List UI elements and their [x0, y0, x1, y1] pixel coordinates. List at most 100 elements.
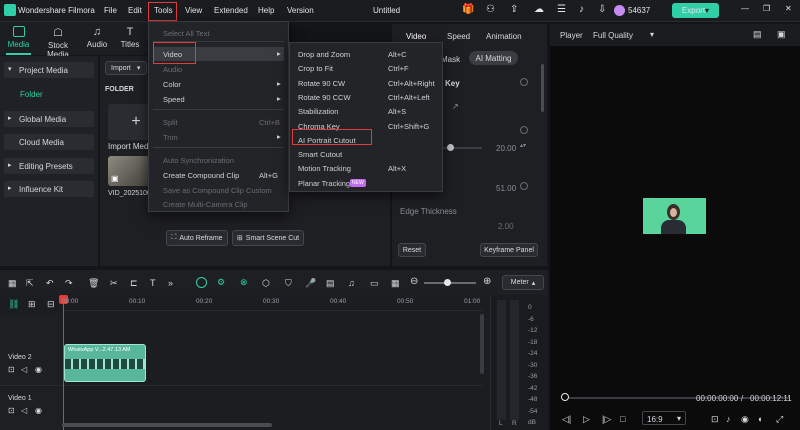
volume-icon[interactable]: ◁ [21, 365, 27, 374]
play-icon[interactable]: ▷ [583, 414, 590, 425]
menu-extended[interactable]: Extended [214, 6, 248, 15]
zoom-out-icon[interactable]: ⊖ [410, 276, 418, 287]
toolbar-titles[interactable]: T Titles [118, 26, 142, 49]
sidebar-item-global-media[interactable]: ▸ Global Media [4, 111, 94, 127]
menu-edit[interactable]: Edit [128, 6, 142, 15]
subtab-mask[interactable]: Mask [441, 55, 460, 64]
video-submenu-item-drop-and-zoom[interactable]: Drop and Zoom Alt+C [290, 47, 442, 61]
grid-icon[interactable]: ▦ [391, 278, 400, 289]
audio-icon[interactable]: ◖ [757, 414, 762, 424]
menu-help[interactable]: Help [258, 6, 274, 15]
close-icon[interactable]: ✕ [785, 4, 792, 13]
video-submenu-item-planar-tracking[interactable]: Planar Tracking NEW [290, 176, 442, 190]
value-1-spinner[interactable]: ▴▾ [520, 142, 526, 149]
tab-video[interactable]: Video [406, 32, 426, 41]
progress-handle[interactable] [561, 393, 569, 401]
lock-icon[interactable]: ⊡ [8, 365, 15, 374]
key-toggle[interactable] [520, 78, 528, 86]
tools-menu-item-create-compound-clip[interactable]: Create Compound Clip Alt+G [149, 168, 288, 182]
upload-icon[interactable]: ⇪ [510, 4, 518, 15]
split-icon[interactable]: ✂ [110, 278, 118, 289]
step-forward-icon[interactable]: |▷ [602, 414, 611, 425]
crop-icon[interactable]: ⊏ [130, 278, 138, 289]
link-icon[interactable]: ⛓ [8, 299, 19, 310]
eye-icon[interactable]: ◉ [35, 365, 42, 374]
render-icon[interactable]: ▤ [326, 278, 335, 289]
value-1-field[interactable]: 20.00 [496, 144, 516, 153]
shield-icon[interactable]: ⛉ [285, 278, 292, 289]
snapshot-icon[interactable]: ▭ [370, 278, 379, 289]
zoom-in-icon[interactable]: ⊕ [483, 276, 491, 287]
video-submenu-item-smart-cutout[interactable]: Smart Cutout [290, 147, 442, 161]
toolbar-stock-media[interactable]: ☖ Stock Media [38, 26, 78, 59]
compare-icon[interactable]: ▤ [753, 29, 762, 40]
toolbar-media[interactable]: Media [6, 26, 31, 49]
magnet-icon[interactable]: ⊗ [240, 277, 248, 288]
tools-menu-item-color[interactable]: Color ▸ [149, 77, 288, 91]
picker-icon[interactable]: ↗ [452, 102, 459, 111]
timeline-hscroll[interactable] [62, 423, 272, 427]
quality-dropdown[interactable]: Full Quality ▾ [590, 28, 660, 42]
value-2-field[interactable]: 51.00 [496, 184, 516, 193]
more-tools-icon[interactable]: » [168, 278, 173, 288]
sidebar-item-project-media[interactable]: ▾ Project Media [4, 62, 94, 78]
minimize-icon[interactable]: — [741, 4, 749, 13]
video-submenu-item-stabilization[interactable]: Stabilization Alt+S [290, 104, 442, 118]
tasks-icon[interactable]: ☰ [557, 4, 566, 15]
toggle-2[interactable] [520, 182, 528, 190]
sidebar-item-folder[interactable]: Folder [20, 90, 43, 99]
tab-animation[interactable]: Animation [486, 32, 522, 41]
stop-icon[interactable]: □ [620, 414, 625, 424]
select-tool-icon[interactable]: ⇱ [26, 278, 34, 289]
undo-icon[interactable]: ↶ [46, 278, 54, 289]
keyframe-panel-button[interactable]: Keyframe Panel [480, 243, 538, 257]
media-clip-thumbnail[interactable]: ▣ [108, 156, 152, 186]
track-add-icon[interactable]: ⊞ [28, 299, 36, 310]
export-button[interactable]: Export ▾ [672, 3, 719, 18]
meter-dropdown[interactable]: Meter ▴ [502, 275, 544, 290]
download-icon[interactable]: ⇩ [598, 4, 606, 15]
gift-icon[interactable]: 🎁 [462, 4, 474, 15]
video-submenu-item-rotate-90-ccw[interactable]: Rotate 90 CCW Ctrl+Alt+Left [290, 90, 442, 104]
reset-button[interactable]: Reset [398, 243, 426, 257]
scroll-thumb[interactable] [541, 64, 544, 112]
mic-icon[interactable]: 🎤 [305, 278, 316, 289]
zoom-slider-thumb[interactable] [444, 279, 451, 286]
notification-icon[interactable]: ♪ [579, 4, 584, 15]
menu-file[interactable]: File [104, 6, 117, 15]
video-clip[interactable]: WhatsApp V...2.47.13 AM [64, 344, 146, 382]
menu-view[interactable]: View [185, 6, 202, 15]
snapshot-settings-icon[interactable]: ▣ [777, 29, 786, 40]
lock-icon[interactable]: ⊡ [8, 406, 15, 415]
value-3-field[interactable]: 2.00 [498, 222, 514, 231]
display-icon[interactable]: ⊡ [711, 414, 719, 425]
volume-icon[interactable]: ♪ [726, 414, 731, 424]
tab-speed[interactable]: Speed [447, 32, 470, 41]
volume-icon[interactable]: ◁ [21, 406, 27, 415]
video-submenu-item-crop-to-fit[interactable]: Crop to Fit Ctrl+F [290, 61, 442, 75]
slider-1-thumb[interactable] [447, 144, 454, 151]
menu-version[interactable]: Version [287, 6, 314, 15]
delete-icon[interactable]: 🗑 [88, 278, 99, 289]
text-tool-icon[interactable]: T [150, 278, 156, 288]
import-dropdown[interactable]: Import ▾ [105, 61, 147, 75]
video-submenu-item-motion-tracking[interactable]: Motion Tracking Alt+X [290, 161, 442, 175]
timeline-vscroll[interactable] [480, 314, 484, 374]
cloud-icon[interactable]: ☁ [534, 4, 544, 15]
tools-menu-item-speed[interactable]: Speed ▸ [149, 92, 288, 106]
toggle-1[interactable] [520, 126, 528, 134]
account-icon[interactable]: ⚇ [486, 4, 495, 15]
ratio-dropdown[interactable]: 16:9 ▾ [642, 411, 686, 425]
toolbar-audio[interactable]: ♫ Audio [85, 26, 109, 49]
ai-tool-icon[interactable]: ⚙ [217, 277, 225, 288]
step-back-icon[interactable]: ◁| [562, 414, 571, 425]
track-manage-icon[interactable]: ⊟ [47, 299, 55, 310]
layout-icon[interactable]: ▦ [8, 278, 17, 289]
audio-mixer-icon[interactable]: ♫ [348, 278, 355, 288]
snapshot-icon[interactable]: ◉ [741, 414, 749, 425]
auto-reframe-button[interactable]: ⛶ Auto Reframe [166, 230, 228, 246]
sidebar-item-editing-presets[interactable]: ▸ Editing Presets [4, 158, 94, 174]
eye-icon[interactable]: ◉ [35, 406, 42, 415]
fullscreen-icon[interactable]: ⤢ [776, 414, 783, 425]
smart-scene-cut-button[interactable]: ⊞ Smart Scene Cut [232, 230, 304, 246]
